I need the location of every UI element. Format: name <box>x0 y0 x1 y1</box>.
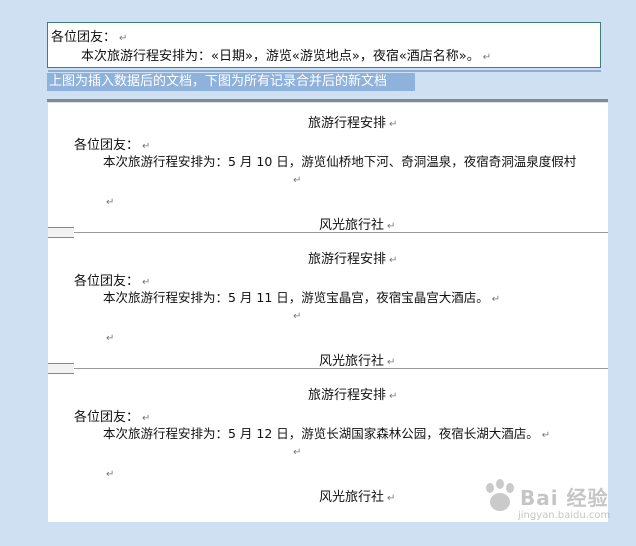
paw-logo-icon <box>486 479 514 511</box>
paragraph-mark: ↵ <box>106 469 115 480</box>
section-break-marker <box>48 363 74 374</box>
template-body: 本次旅游行程安排为：«日期»，游览«游览地点»，夜宿«酒店名称»。 <box>81 49 480 64</box>
record-signature: 风光旅行社 ↵ <box>319 486 395 505</box>
document-top-divider <box>47 99 608 102</box>
record-signature-text: 风光旅行社 <box>319 354 385 369</box>
record-title-text: 旅游行程安排 <box>308 388 387 403</box>
record-title-text: 旅游行程安排 <box>308 116 387 131</box>
merge-template-box: 各位团友： ↵ 本次旅游行程安排为：«日期»，游览«游览地点»，夜宿«酒店名称»。… <box>47 22 601 68</box>
merged-document: 旅游行程安排 ↵ 各位团友： ↵ 本次旅游行程安排为：5 月 10 日，游览仙桥地下… <box>48 103 608 522</box>
record-signature-text: 风光旅行社 <box>319 218 385 233</box>
record-body-text: 本次旅游行程安排为：5 月 11 日，游览宝晶宫，夜宿宝晶宫大酒店。 <box>103 290 489 305</box>
record-title: 旅游行程安排 ↵ <box>308 112 397 131</box>
record-signature-text: 风光旅行社 <box>319 490 385 505</box>
divider <box>48 70 601 72</box>
paragraph-mark: ↵ <box>293 447 302 458</box>
paragraph-mark: ↵ <box>387 357 396 368</box>
paragraph-mark: ↵ <box>389 391 398 402</box>
paragraph-mark: ↵ <box>293 311 302 322</box>
section-break-marker <box>48 227 74 238</box>
paragraph-mark: ↵ <box>387 493 396 504</box>
record-body-text: 本次旅游行程安排为：5 月 12 日，游览长湖国家森林公园，夜宿长湖大酒店。 <box>103 426 539 441</box>
paragraph-mark: ↵ <box>106 333 115 344</box>
template-greeting-line: 各位团友： ↵ <box>51 26 127 45</box>
record-title-text: 旅游行程安排 <box>308 252 387 267</box>
record-body: 本次旅游行程安排为：5 月 11 日，游览宝晶宫，夜宿宝晶宫大酒店。 ↵ <box>103 287 500 306</box>
record-title: 旅游行程安排 ↵ <box>308 384 397 403</box>
paragraph-mark: ↵ <box>106 197 115 208</box>
merged-record: 旅游行程安排 ↵ 各位团友： ↵ 本次旅游行程安排为：5 月 11 日，游览宝晶宫，… <box>48 239 608 374</box>
record-title: 旅游行程安排 ↵ <box>308 248 397 267</box>
section-break-line <box>48 232 608 233</box>
paragraph-mark: ↵ <box>293 175 302 186</box>
watermark-url: jingyan.baidu.com <box>518 510 611 521</box>
watermark-text: Bai 经验 <box>520 486 609 510</box>
record-signature: 风光旅行社 ↵ <box>319 214 395 233</box>
record-body: 本次旅游行程安排为：5 月 12 日，游览长湖国家森林公园，夜宿长湖大酒店。 ↵ <box>103 423 550 442</box>
paragraph-mark: ↵ <box>482 52 492 63</box>
paragraph-mark: ↵ <box>389 255 398 266</box>
paragraph-mark: ↵ <box>119 33 128 44</box>
paragraph-mark: ↵ <box>387 221 396 232</box>
paragraph-mark: ↵ <box>389 119 398 130</box>
record-signature: 风光旅行社 ↵ <box>319 350 395 369</box>
merged-record: 旅游行程安排 ↵ 各位团友： ↵ 本次旅游行程安排为：5 月 10 日，游览仙桥地下… <box>48 103 608 238</box>
template-greeting: 各位团友： <box>51 30 117 45</box>
section-break-line <box>48 368 608 369</box>
baidu-jingyan-watermark: Bai 经验 jingyan.baidu.com <box>480 478 630 528</box>
paragraph-mark: ↵ <box>491 294 501 305</box>
record-body: 本次旅游行程安排为：5 月 10 日，游览仙桥地下河、奇洞温泉，夜宿奇洞温泉度假… <box>103 154 577 169</box>
caption-highlighted[interactable]: 上图为插入数据后的文档，下图为所有记录合并后的新文档 <box>47 73 415 91</box>
template-body-line: 本次旅游行程安排为：«日期»，游览«游览地点»，夜宿«酒店名称»。 ↵ <box>81 45 491 64</box>
paragraph-mark: ↵ <box>541 430 551 441</box>
